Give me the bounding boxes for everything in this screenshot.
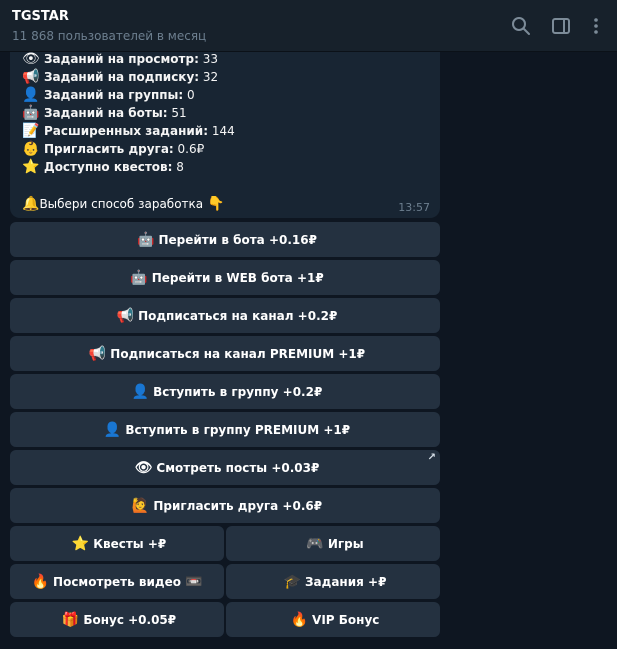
button-label: Вступить в группу +0.2₽ <box>153 384 323 399</box>
button-label: Квесты +₽ <box>93 536 167 551</box>
sidebar-toggle-icon[interactable] <box>551 16 571 36</box>
robot-icon: 🤖 <box>22 105 40 121</box>
button-label: Игры <box>327 536 364 551</box>
gamepad-icon: 🎮 <box>306 535 324 552</box>
baby-icon: 👶 <box>22 141 40 157</box>
button-label: Вступить в группу PREMIUM +1₽ <box>125 422 351 437</box>
user-icon: 👤 <box>131 383 150 400</box>
robot-icon: 🤖 <box>130 269 148 286</box>
button-label: Перейти в бота +0.16₽ <box>158 232 317 247</box>
more-vertical-icon[interactable] <box>586 16 606 36</box>
memo-icon: 📝 <box>22 123 40 139</box>
subscribe-channel-button[interactable]: 📢 Подписаться на канал +0.2₽ <box>10 298 440 333</box>
star-icon: ⭐ <box>71 535 90 552</box>
raising-hand-icon: 🙋 <box>131 497 150 514</box>
search-icon[interactable] <box>511 16 531 36</box>
external-link-icon: ↗ <box>427 452 436 463</box>
button-label: VIP Бонус <box>312 612 380 627</box>
megaphone-icon: 📢 <box>116 307 135 324</box>
quests-button[interactable]: ⭐ Квесты +₽ <box>10 526 224 561</box>
stat-label: Заданий на подписку: <box>44 70 200 84</box>
button-label: Посмотреть видео <box>53 574 181 589</box>
stat-label: Заданий на группы: <box>44 88 184 102</box>
robot-icon: 🤖 <box>137 231 155 248</box>
stat-extended-tasks: 📝 Расширенных заданий: 144 <box>22 122 235 140</box>
megaphone-icon: 📢 <box>22 69 40 85</box>
stat-view-tasks: 👁 Заданий на просмотр: 33 <box>22 50 218 68</box>
stat-value: 51 <box>171 106 187 120</box>
eye-icon: 👁 <box>22 51 40 67</box>
button-label: Подписаться на канал PREMIUM +1₽ <box>110 346 366 361</box>
stat-value: 144 <box>211 124 235 138</box>
choose-method-prompt: 🔔Выбери способ заработка 👇 <box>22 194 224 214</box>
pointing-down-icon: 👇 <box>206 196 225 212</box>
button-label: Бонус +0.05₽ <box>83 612 177 627</box>
watch-video-button[interactable]: 🔥 Посмотреть видео 📼 <box>10 564 224 599</box>
bot-message: 👁 Заданий на просмотр: 33 📢 Заданий на под… <box>10 44 440 218</box>
user-icon: 👤 <box>103 421 122 438</box>
stat-value: 33 <box>202 52 219 66</box>
gift-icon: 🎁 <box>61 611 80 628</box>
stat-label: Расширенных заданий: <box>44 124 209 138</box>
stat-value: 0.6₽ <box>177 142 205 156</box>
star-icon: ⭐ <box>22 159 40 175</box>
view-posts-button[interactable]: 👁 Смотреть посты +0.03₽ ↗ <box>10 450 440 485</box>
bell-icon: 🔔 <box>22 196 40 212</box>
stat-value: 0 <box>187 88 195 102</box>
stat-label: Пригласить друга: <box>44 142 174 156</box>
stat-group-tasks: 👤 Заданий на группы: 0 <box>22 86 195 104</box>
go-web-bot-button[interactable]: 🤖 Перейти в WEB бота +1₽ <box>10 260 440 295</box>
button-label: Пригласить друга +0.6₽ <box>153 498 323 513</box>
invite-friend-button[interactable]: 🙋 Пригласить друга +0.6₽ <box>10 488 440 523</box>
stat-invite-friend: 👶 Пригласить друга: 0.6₽ <box>22 140 204 158</box>
subscribe-channel-premium-button[interactable]: 📢 Подписаться на канал PREMIUM +1₽ <box>10 336 440 371</box>
fire-icon: 🔥 <box>290 611 309 628</box>
chat-subtitle: 11 868 пользователей в месяц <box>12 29 207 43</box>
chat-header: TGSTAR 11 868 пользователей в месяц <box>0 0 617 52</box>
vip-bonus-button[interactable]: 🔥 VIP Бонус <box>226 602 440 637</box>
bonus-button[interactable]: 🎁 Бонус +0.05₽ <box>10 602 224 637</box>
games-button[interactable]: 🎮 Игры <box>226 526 440 561</box>
join-group-premium-button[interactable]: 👤 Вступить в группу PREMIUM +1₽ <box>10 412 440 447</box>
button-label: Перейти в WEB бота +1₽ <box>151 270 324 285</box>
stat-label: Заданий на просмотр: <box>44 52 199 66</box>
go-bot-button[interactable]: 🤖 Перейти в бота +0.16₽ <box>10 222 440 257</box>
chat-title[interactable]: TGSTAR <box>12 9 69 24</box>
eye-icon: 👁 <box>134 459 153 476</box>
tasks-button[interactable]: 🎓 Задания +₽ <box>226 564 440 599</box>
stat-value: 8 <box>176 160 184 174</box>
message-time: 13:57 <box>398 201 430 214</box>
stat-bot-tasks: 🤖 Заданий на боты: 51 <box>22 104 187 122</box>
megaphone-icon: 📢 <box>88 345 107 362</box>
button-label: Задания +₽ <box>305 574 387 589</box>
stat-value: 32 <box>202 70 219 84</box>
button-label: Смотреть посты +0.03₽ <box>156 460 320 475</box>
videocassette-icon: 📼 <box>184 573 203 590</box>
stat-label: Заданий на боты: <box>44 106 168 120</box>
button-label: Подписаться на канал +0.2₽ <box>138 308 338 323</box>
user-icon: 👤 <box>22 87 40 103</box>
prompt-text: Выбери способ заработка <box>39 197 204 211</box>
fire-icon: 🔥 <box>31 573 50 590</box>
graduation-cap-icon: 🎓 <box>283 573 302 590</box>
stat-quests: ⭐ Доступно квестов: 8 <box>22 158 184 176</box>
stat-subscribe-tasks: 📢 Заданий на подписку: 32 <box>22 68 218 86</box>
join-group-button[interactable]: 👤 Вступить в группу +0.2₽ <box>10 374 440 409</box>
stat-label: Доступно квестов: <box>44 160 173 174</box>
